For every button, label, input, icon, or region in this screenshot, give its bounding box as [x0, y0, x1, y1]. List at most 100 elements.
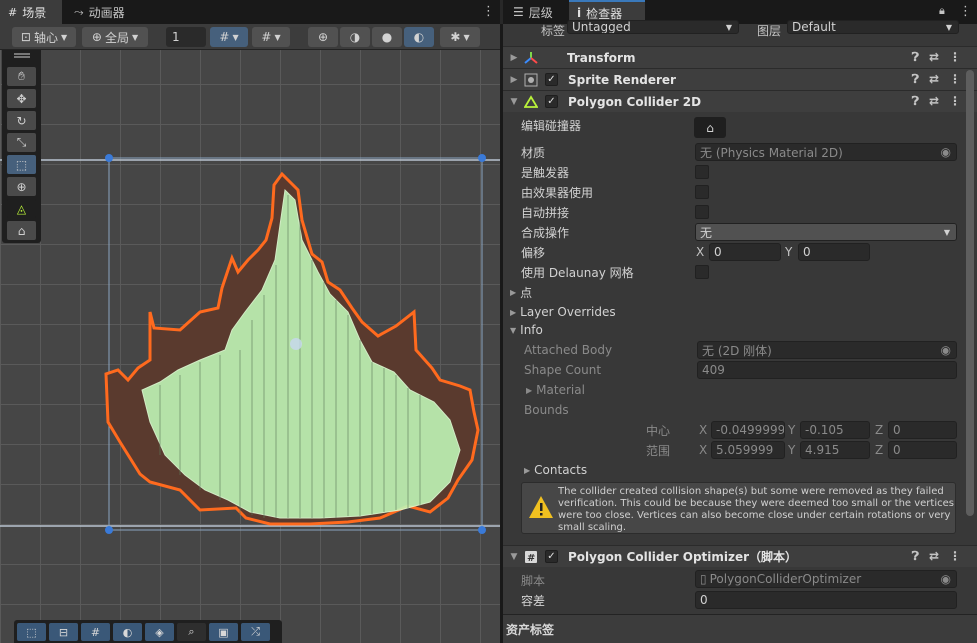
wireframe-mode-button[interactable]: ⊕: [308, 27, 338, 47]
search-overlay-button[interactable]: ⌕: [177, 623, 206, 641]
center-x-field: -0.0499999: [711, 421, 785, 439]
move-tool-button[interactable]: ✥: [7, 89, 36, 108]
edit-collider-button[interactable]: ⌂: [694, 117, 726, 138]
scene-more-icon[interactable]: ⋮: [482, 4, 495, 19]
tag-dropdown[interactable]: Untagged ▼: [567, 20, 739, 34]
inspector-more-icon[interactable]: ⋮: [959, 4, 972, 19]
rotate-tool-button[interactable]: ↻: [7, 111, 36, 130]
camera-overlay-button[interactable]: ▣: [209, 623, 238, 641]
tab-animator[interactable]: ⤳ 动画器: [66, 0, 133, 24]
offset-y-input[interactable]: 0: [798, 243, 870, 261]
chevron-down-icon: ▼: [945, 22, 952, 32]
sprite-renderer-icon: [523, 72, 539, 88]
composite-operation-dropdown[interactable]: 无 ▼: [695, 223, 957, 241]
preset-icon[interactable]: ⇄: [929, 72, 939, 87]
layer-overrides-foldout[interactable]: ▶ Layer Overrides: [510, 302, 616, 322]
drag-handle-icon[interactable]: [14, 53, 30, 55]
transform-component-header[interactable]: ▶ Transform ❓︎ ⇄ ⋮: [503, 46, 977, 68]
preset-icon[interactable]: ⇄: [929, 94, 939, 109]
hand-icon: ✋︎: [18, 69, 25, 83]
center-z-field: 0: [888, 421, 957, 439]
polygon-collider-component-header[interactable]: ▼ ✓ Polygon Collider 2D ❓︎ ⇄ ⋮: [503, 90, 977, 112]
extents-y-field: 4.915: [800, 441, 870, 459]
more-icon[interactable]: ⋮: [949, 72, 961, 87]
shaded-wireframe-button[interactable]: ◑: [340, 27, 370, 47]
warning-box: The collider created collision shape(s) …: [521, 482, 956, 534]
contacts-foldout[interactable]: ▶ Contacts: [524, 460, 587, 480]
polygon-collider-enabled-checkbox[interactable]: ✓: [545, 95, 558, 108]
info-foldout[interactable]: ▼ Info: [510, 320, 543, 340]
warning-text: The collider created collision shape(s) …: [558, 486, 954, 533]
scene-view[interactable]: ✋︎ ✥ ↻ ⤡ ⬚ ⊕ ◬ ⌂: [0, 50, 500, 643]
collapse-arrow-icon: ▼: [510, 551, 518, 562]
use-delaunay-checkbox[interactable]: [695, 265, 709, 279]
used-by-effector-checkbox[interactable]: [695, 185, 709, 199]
expand-arrow-icon: ▶: [510, 74, 518, 85]
is-trigger-checkbox[interactable]: [695, 165, 709, 179]
attached-body-field: 无 (2D 刚体) ◉: [697, 341, 957, 359]
tab-scene[interactable]: # 场景: [0, 0, 62, 24]
rect-tool-button[interactable]: ⬚: [7, 155, 36, 174]
grid-overlay-button[interactable]: #: [81, 623, 110, 641]
scale-tool-button[interactable]: ⤡: [7, 133, 36, 152]
sprite-renderer-component-header[interactable]: ▶ ✓ Sprite Renderer ❓︎ ⇄ ⋮: [503, 68, 977, 90]
more-icon[interactable]: ⋮: [949, 549, 961, 564]
scene-tools-panel: ✋︎ ✥ ↻ ⤡ ⬚ ⊕ ◬ ⌂: [2, 50, 41, 243]
pivot-dropdown[interactable]: ⊡ 轴心 ▼: [12, 27, 76, 47]
material-field[interactable]: 无 (Physics Material 2D) ◉: [695, 143, 957, 161]
tolerance-input[interactable]: 0: [695, 591, 957, 609]
asset-labels-bar[interactable]: 资产标签: [503, 614, 977, 643]
material-info-foldout[interactable]: ▶ Material: [526, 380, 585, 400]
tab-hierarchy[interactable]: ☰ 层级: [505, 0, 561, 24]
layers-overlay-button[interactable]: ◈: [145, 623, 174, 641]
sprite-shape[interactable]: [104, 171, 480, 526]
edit-shape-icon: ⌂: [17, 223, 26, 238]
inspector-scrollbar[interactable]: [965, 66, 975, 606]
debug-dropdown[interactable]: ✱ ▼: [440, 27, 480, 47]
lighting-overlay-button[interactable]: ◐: [113, 623, 142, 641]
help-icon[interactable]: ❓︎: [912, 72, 919, 87]
center-y-field: -0.105: [800, 421, 870, 439]
auto-tiling-label: 自动拼接: [521, 205, 570, 220]
shaded-mode-button[interactable]: ●: [372, 27, 402, 47]
lock-icon[interactable]: 🔒︎: [939, 4, 945, 18]
grid-snap-dropdown[interactable]: # ▼: [210, 27, 248, 47]
shuffle-overlay-button[interactable]: ⤮: [241, 623, 270, 641]
hand-tool-button[interactable]: ✋︎: [7, 67, 36, 86]
optimizer-component-header[interactable]: ▼ # ✓ Polygon Collider Optimizer（脚本） ❓︎ ⇄…: [503, 545, 977, 567]
points-foldout[interactable]: ▶ 点: [510, 282, 532, 302]
edit-shape-tool-button[interactable]: ⌂: [7, 221, 36, 240]
svg-text:#: #: [527, 553, 535, 564]
grid-size-input[interactable]: 1: [166, 27, 206, 47]
scene-bottom-toolbar: ⬚ ⊟ # ◐ ◈ ⌕ ▣ ⤮: [14, 620, 282, 643]
offset-x-input[interactable]: 0: [709, 243, 781, 261]
collider-tool-button[interactable]: ◬: [7, 199, 36, 218]
preset-icon[interactable]: ⇄: [929, 50, 939, 65]
layer-dropdown[interactable]: Default ▼: [787, 20, 959, 34]
layer-label: 图层: [757, 24, 782, 38]
help-icon[interactable]: ❓︎: [912, 94, 919, 109]
expand-arrow-icon: ▶: [524, 465, 531, 475]
sprite-renderer-enabled-checkbox[interactable]: ✓: [545, 73, 558, 86]
unlit-mode-button[interactable]: ◐: [404, 27, 434, 47]
material-label: 材质: [521, 145, 546, 160]
more-icon[interactable]: ⋮: [949, 50, 961, 65]
optimizer-enabled-checkbox[interactable]: ✓: [545, 550, 558, 563]
preset-icon[interactable]: ⇄: [929, 549, 939, 564]
help-icon[interactable]: ❓︎: [912, 549, 919, 564]
scrollbar-thumb[interactable]: [966, 70, 974, 516]
rect-overlay-button[interactable]: ⬚: [17, 623, 46, 641]
object-picker-icon: ◉: [940, 343, 951, 357]
auto-tiling-checkbox[interactable]: [695, 205, 709, 219]
increment-snap-dropdown[interactable]: # ▼: [252, 27, 290, 47]
help-icon[interactable]: ❓︎: [912, 50, 919, 65]
more-icon[interactable]: ⋮: [949, 94, 961, 109]
globe-icon: ⊕: [91, 30, 102, 44]
global-dropdown[interactable]: ⊕ 全局 ▼: [82, 27, 148, 47]
transform-tool-button[interactable]: ⊕: [7, 177, 36, 196]
snap-icon: #: [261, 30, 272, 44]
object-picker-icon[interactable]: ◉: [941, 145, 951, 159]
align-overlay-button[interactable]: ⊟: [49, 623, 78, 641]
chevron-down-icon: ▼: [725, 22, 732, 32]
warning-icon: [529, 496, 553, 518]
